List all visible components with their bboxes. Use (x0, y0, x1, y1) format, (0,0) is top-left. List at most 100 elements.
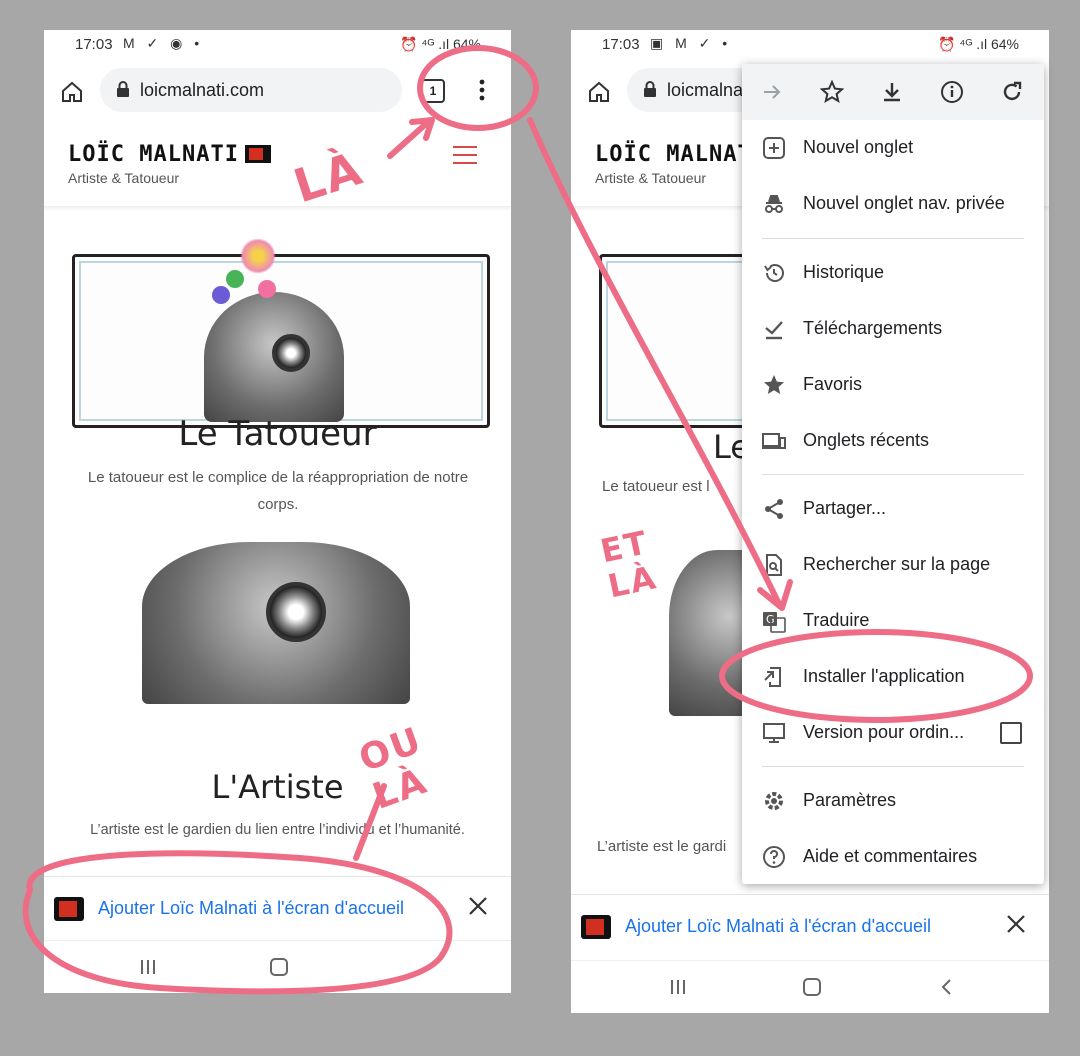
menu-item-downloads[interactable]: Téléchargements (742, 301, 1044, 357)
menu-divider (762, 474, 1024, 475)
hamburger-menu-icon[interactable] (453, 146, 477, 164)
star-bookmark-icon[interactable] (820, 80, 844, 104)
system-icons: ⏰ ⁴ᴳ .ıl 64% (400, 36, 481, 52)
gear-icon (765, 792, 783, 810)
menu-item-label: Installer l'application (803, 666, 965, 686)
menu-item-label: Paramètres (803, 790, 897, 810)
menu-item-label: Nouvel onglet (803, 137, 914, 157)
flower-decoration (240, 238, 276, 274)
section-text-artiste: L’artiste est le gardi (597, 838, 727, 855)
devices-icon (762, 433, 786, 449)
notification-icons: M ✓ ◉ • (123, 35, 204, 51)
menu-item-label: Traduire (803, 610, 870, 630)
info-icon[interactable] (940, 80, 964, 104)
add-to-homescreen-link[interactable]: Ajouter Loïc Malnati à l'écran d'accueil (98, 898, 404, 919)
site-header: LOÏC MALNATI Artiste & Tatoueur (44, 130, 511, 207)
home-icon[interactable] (587, 80, 611, 104)
help-icon (763, 846, 785, 868)
site-name-text: LOÏC MALNATI (68, 142, 239, 167)
goggle-decoration (272, 334, 310, 372)
menu-item-label: Favoris (803, 374, 863, 394)
menu-item-find-in-page[interactable]: Rechercher sur la page (742, 537, 1044, 593)
back-icon[interactable] (937, 977, 957, 997)
menu-item-install-app[interactable]: Installer l'application (742, 649, 1044, 705)
recents-icon[interactable] (138, 957, 158, 977)
logo-mark-icon (244, 145, 271, 163)
menu-item-label: Historique (803, 262, 885, 282)
site-tagline: Artiste & Tatoueur (68, 170, 180, 186)
flower-decoration (226, 270, 244, 288)
lock-icon (644, 81, 656, 97)
section-text-artiste: L’artiste est le gardien du lien entre l… (90, 822, 465, 838)
status-time: 17:03 (75, 36, 113, 53)
menu-item-label: Partager... (803, 498, 887, 518)
system-icons: ⏰ ⁴ᴳ .ıl 64% (938, 36, 1019, 52)
menu-item-label: Aide et commentaires (803, 846, 978, 866)
find-in-page-icon (766, 554, 782, 576)
menu-item-recent-tabs[interactable]: Onglets récents (742, 413, 1044, 469)
install-app-icon (764, 667, 781, 687)
menu-item-incognito-tab[interactable]: Nouvel onglet nav. privée (742, 176, 1044, 232)
recents-icon[interactable] (668, 977, 688, 997)
site-logo[interactable]: LOÏC MALNATI (595, 142, 766, 167)
menu-item-translate[interactable]: G Traduire (742, 593, 1044, 649)
tab-switcher-button[interactable]: 1 (421, 79, 445, 103)
address-bar[interactable]: loicmalnati.com (100, 68, 402, 112)
menu-action-row (742, 64, 1044, 120)
incognito-icon (765, 195, 783, 213)
menu-item-label: Nouvel onglet nav. privée (803, 193, 1005, 213)
status-bar: 17:03 M ✓ ◉ • ⏰ ⁴ᴳ .ıl 64% (44, 30, 511, 60)
translate-icon: G (763, 612, 786, 633)
add-to-homescreen-link[interactable]: Ajouter Loïc Malnati à l'écran d'accueil (625, 916, 931, 937)
menu-item-history[interactable]: Historique (742, 245, 1044, 301)
share-icon (765, 499, 783, 519)
section-text-tatoueur: Le tatoueur est le complice de la réappr… (87, 469, 469, 513)
history-icon (764, 264, 784, 282)
star-icon (764, 375, 784, 394)
menu-item-label: Rechercher sur la page (803, 554, 991, 574)
app-icon (54, 897, 84, 921)
android-nav-bar (44, 940, 511, 993)
download-icon[interactable] (880, 80, 904, 104)
menu-item-help[interactable]: Aide et commentaires (742, 829, 1044, 885)
status-bar: 17:03 ▣ M ✓ • ⏰ ⁴ᴳ .ıl 64% (571, 30, 1049, 60)
lock-icon (117, 81, 129, 97)
menu-item-new-tab[interactable]: Nouvel onglet (742, 120, 1044, 176)
url-text: loicmalnati.com (140, 80, 265, 100)
goggle-decoration (266, 582, 326, 642)
menu-divider (762, 766, 1024, 767)
status-time: 17:03 (602, 36, 640, 53)
menu-item-desktop-site[interactable]: Version pour ordin... (742, 705, 1044, 761)
site-tagline: Artiste & Tatoueur (595, 170, 707, 186)
add-to-homescreen-banner[interactable]: Ajouter Loïc Malnati à l'écran d'accueil (44, 876, 511, 939)
browser-toolbar: loicmalnati.com 1 (44, 68, 511, 116)
menu-item-settings[interactable]: Paramètres (742, 773, 1044, 829)
site-logo[interactable]: LOÏC MALNATI (68, 142, 271, 167)
desktop-icon (763, 723, 785, 743)
url-text: loicmalna (667, 80, 744, 100)
download-check-icon (765, 321, 783, 340)
plus-box-icon (763, 137, 785, 159)
menu-item-label: Version pour ordin... (803, 722, 965, 742)
overflow-menu-icon[interactable] (472, 76, 492, 104)
home-nav-icon[interactable] (802, 977, 822, 997)
menu-item-share[interactable]: Partager... (742, 481, 1044, 537)
menu-item-bookmarks[interactable]: Favoris (742, 357, 1044, 413)
site-name-text: LOÏC MALNATI (595, 142, 766, 167)
section-title-tatoueur: Le Tatoueur (178, 414, 377, 454)
notification-icons: ▣ M ✓ • (650, 35, 732, 51)
close-icon[interactable] (467, 895, 489, 917)
left-phone-screenshot: 17:03 M ✓ ◉ • ⏰ ⁴ᴳ .ıl 64% loicmalnati.c… (44, 30, 511, 993)
home-icon[interactable] (60, 80, 84, 104)
add-to-homescreen-banner[interactable]: Ajouter Loïc Malnati à l'écran d'accueil (571, 894, 1049, 957)
desktop-site-checkbox[interactable] (1000, 722, 1022, 744)
refresh-icon[interactable] (1000, 80, 1024, 104)
app-icon (581, 915, 611, 939)
home-nav-icon[interactable] (269, 957, 289, 977)
menu-item-label: Téléchargements (803, 318, 943, 338)
close-icon[interactable] (1005, 913, 1027, 935)
forward-icon[interactable] (760, 80, 784, 104)
section-text-tatoueur: Le tatoueur est l (602, 478, 710, 495)
menu-divider (762, 238, 1024, 239)
android-nav-bar (571, 960, 1049, 1013)
